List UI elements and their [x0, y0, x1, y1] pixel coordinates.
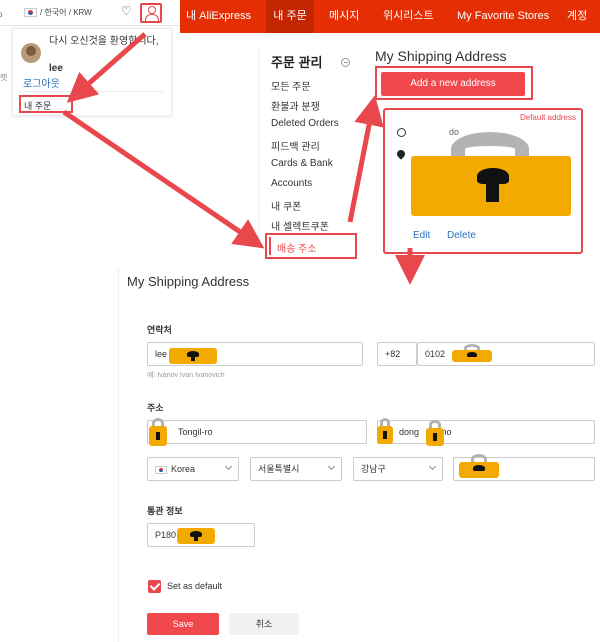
locale-selector[interactable]: / 한국어 / KRW	[40, 7, 92, 18]
padlock-icon	[169, 346, 217, 364]
menu-item-coupons[interactable]: 내 쿠폰	[271, 198, 301, 213]
korea-flag-icon[interactable]	[24, 8, 37, 17]
menu-item-accounts[interactable]: Accounts	[271, 178, 312, 189]
default-checkbox[interactable]	[148, 580, 161, 593]
form-title: My Shipping Address	[127, 274, 250, 289]
menu-item-cards-bank[interactable]: Cards & Bank	[271, 158, 333, 169]
nav-messages[interactable]: 메시지	[329, 0, 359, 33]
nav-wishlist[interactable]: 위시리스트	[383, 0, 434, 33]
my-orders-link[interactable]: 내 주문	[19, 95, 73, 113]
country-select[interactable]: Korea	[147, 457, 239, 481]
chevron-down-icon	[327, 462, 336, 471]
padlock-icon	[411, 132, 571, 216]
default-address-badge: Default address	[519, 113, 576, 122]
nav-my-aliexpress[interactable]: 내 AliExpress	[186, 0, 256, 33]
username: lee	[49, 63, 63, 74]
save-button[interactable]: Save	[147, 613, 219, 635]
edit-link[interactable]: Edit	[413, 230, 430, 241]
address-label: 주소	[147, 403, 164, 413]
menu-title: 주문 관리	[271, 55, 323, 70]
province-value: 서울특별시	[258, 464, 300, 474]
location-pin-icon	[395, 148, 407, 160]
add-address-button[interactable]: Add a new address	[381, 72, 525, 96]
menu-item-all-orders[interactable]: 모든 주문	[271, 78, 311, 93]
order-side-menu: 주문 관리 모든 주문 환불과 분쟁 Deleted Orders 피드백 관리…	[258, 46, 358, 259]
account-dropdown: 다시 오신것을 환영합니다, lee 로그아웃 내 주문	[12, 28, 172, 116]
user-icon	[397, 128, 406, 137]
default-checkbox-label: Set as default	[167, 581, 223, 591]
wishlist-heart-icon[interactable]: ♡	[121, 4, 132, 18]
chevron-down-icon	[428, 462, 437, 471]
customs-label: 통관 정보	[147, 506, 183, 516]
menu-item-feedback[interactable]: 피드백 관리	[271, 138, 320, 153]
district-select[interactable]: 강남구	[353, 457, 443, 481]
truncated-text: o	[0, 10, 3, 19]
chevron-down-icon	[224, 462, 233, 471]
cancel-button[interactable]: 취소	[229, 613, 299, 635]
province-select[interactable]: 서울특별시	[250, 457, 342, 481]
street-input[interactable]: Tongil-ro	[147, 420, 367, 444]
padlock-icon	[459, 454, 499, 478]
nav-my-orders[interactable]: 내 주문	[266, 0, 314, 33]
top-nav: 내 AliExpress 내 주문 메시지 위시리스트 My Favorite …	[180, 0, 600, 33]
nav-favorite-stores[interactable]: My Favorite Stores	[457, 0, 549, 33]
street2-dong: dong	[399, 427, 420, 437]
district-value: 강남구	[361, 464, 386, 474]
side-fragment: 렛	[0, 73, 8, 82]
menu-item-label: 배송 주소	[277, 244, 317, 255]
address-card: Default address do Edit Delete	[383, 108, 583, 254]
contact-label: 연락처	[147, 325, 172, 335]
address-panel-title: My Shipping Address	[375, 48, 507, 64]
padlock-icon	[452, 344, 492, 362]
account-person-icon[interactable]	[140, 3, 162, 23]
arrow-to-shipping-address	[62, 109, 265, 249]
customs-prefix: P180	[155, 530, 177, 540]
korea-flag-icon	[155, 465, 167, 474]
padlock-icon	[377, 418, 393, 444]
delete-link[interactable]: Delete	[447, 230, 476, 241]
padlock-icon	[149, 418, 167, 446]
logout-link[interactable]: 로그아웃	[23, 75, 60, 90]
collapse-icon[interactable]	[341, 58, 350, 67]
menu-item-refunds[interactable]: 환불과 분쟁	[271, 98, 320, 113]
menu-item-deleted-orders[interactable]: Deleted Orders	[271, 118, 339, 129]
menu-item-select-coupons[interactable]: 내 셀렉트쿠폰	[271, 218, 329, 233]
shipping-address-form: My Shipping Address 연락처 lee 예: Ivanov Iv…	[118, 268, 600, 642]
selected-marker	[269, 237, 271, 255]
phone-input[interactable]: 0102	[417, 342, 595, 366]
menu-item-shipping-address[interactable]: 배송 주소	[265, 233, 357, 259]
name-hint: 예: Ivanov Ivan Ivanovich	[147, 372, 225, 379]
avatar	[21, 43, 41, 63]
site-header: o / 한국어 / KRW ♡	[0, 0, 180, 26]
padlock-icon	[426, 420, 444, 446]
nav-account[interactable]: 계정	[567, 0, 587, 33]
country-value: Korea	[171, 464, 196, 474]
padlock-icon	[177, 526, 215, 544]
country-code-field[interactable]: +82	[377, 342, 417, 366]
divider	[19, 91, 165, 92]
street2-input[interactable]: dong ho	[377, 420, 595, 444]
welcome-text: 다시 오신것을 환영합니다,	[49, 36, 159, 47]
